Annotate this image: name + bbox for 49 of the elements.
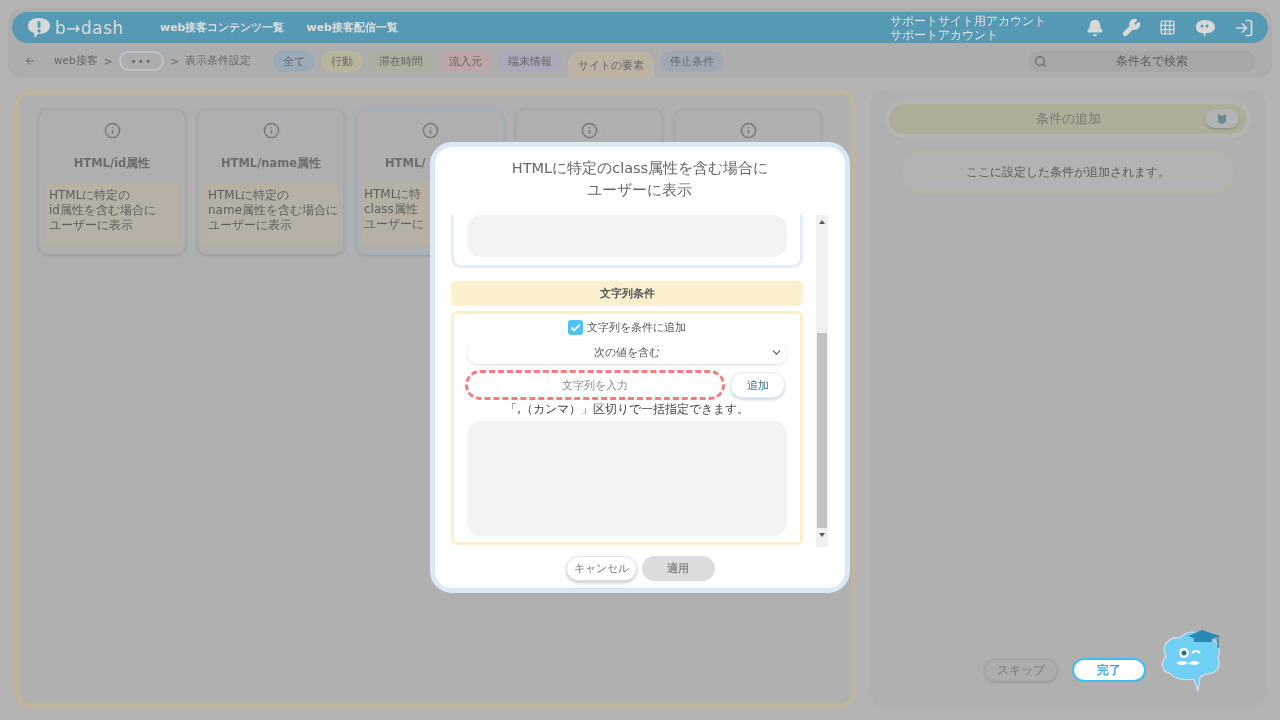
nav-link[interactable]: web接客コンテンツ一覧	[160, 20, 285, 35]
search-icon	[1034, 54, 1047, 68]
dialog-title: HTMLに特定のclass属性を含む場合に ユーザーに表示	[511, 159, 769, 200]
condition-card[interactable]: HTML/id属性 HTMLに特定の id属性を含む場合に ユーザーに表示	[38, 108, 186, 255]
filter-tab[interactable]: 行動	[320, 50, 363, 72]
breadcrumb-separator: >	[170, 55, 179, 67]
wrench-icon[interactable]	[1122, 18, 1141, 37]
string-input[interactable]: 文字列を入力	[465, 370, 726, 400]
breadcrumb-current: 表示条件設定	[184, 54, 251, 68]
cancel-button[interactable]: キャンセル	[565, 556, 637, 581]
filter-tab[interactable]: 流入元	[438, 50, 492, 72]
scroll-thumb[interactable]	[817, 333, 827, 528]
breadcrumb-link[interactable]: web接客	[54, 54, 98, 68]
checkbox-label: 文字列を条件に追加	[587, 320, 686, 335]
nav-link[interactable]: web接客配信一覧	[306, 20, 398, 35]
filter-tab[interactable]: 滞在時間	[368, 50, 433, 72]
logo-icon	[26, 16, 52, 39]
section-title: 文字列条件	[451, 281, 803, 306]
more-button[interactable]: •••	[118, 51, 165, 71]
logo-text: b→dash	[55, 17, 124, 38]
check-icon	[570, 321, 581, 334]
scrollbar[interactable]	[816, 215, 828, 547]
match-select[interactable]: 次の値を含む	[467, 341, 787, 364]
filter-tab[interactable]: 端末情報	[497, 50, 562, 72]
scroll-down-icon[interactable]	[818, 532, 826, 538]
beginner-button[interactable]	[1205, 109, 1239, 128]
checkbox[interactable]	[568, 320, 583, 335]
done-button[interactable]: 完了	[1072, 658, 1146, 682]
search-field[interactable]: 条件名で検索	[1028, 50, 1256, 72]
account-name: サポートサイト用アカウント サポートアカウント	[890, 13, 1046, 42]
card-title: HTML/id属性	[73, 156, 151, 171]
back-arrow-icon[interactable]	[24, 55, 36, 67]
scroll-up-icon[interactable]	[818, 219, 826, 225]
bell-icon[interactable]	[1086, 18, 1104, 37]
card-title: HTML/name属性	[220, 156, 322, 171]
card-description: HTMLに特定の name属性を含む場合に ユーザーに表示	[204, 183, 338, 245]
beginner-mark-icon	[1217, 112, 1227, 125]
search-input[interactable]: 条件名で検索	[1047, 53, 1256, 69]
hint-text: 「,（カンマ）」区切りで一括指定できます。	[505, 402, 749, 417]
condition-card[interactable]: HTML/name属性 HTMLに特定の name属性を含む場合に ユーザーに表示	[197, 108, 345, 255]
grid-icon[interactable]	[1159, 19, 1176, 36]
empty-message: ここに設定した条件が追加されます。	[903, 151, 1233, 193]
filter-tab[interactable]: サイトの要素	[567, 52, 654, 78]
card-description: HTMLに特定の id属性を含む場合に ユーザーに表示	[45, 183, 179, 245]
card-title: HTML/	[385, 156, 426, 170]
login-icon[interactable]	[1234, 17, 1254, 38]
filter-tab[interactable]: 全て	[272, 50, 315, 72]
breadcrumb-separator: >	[103, 55, 113, 67]
add-button[interactable]: 追加	[730, 372, 785, 398]
